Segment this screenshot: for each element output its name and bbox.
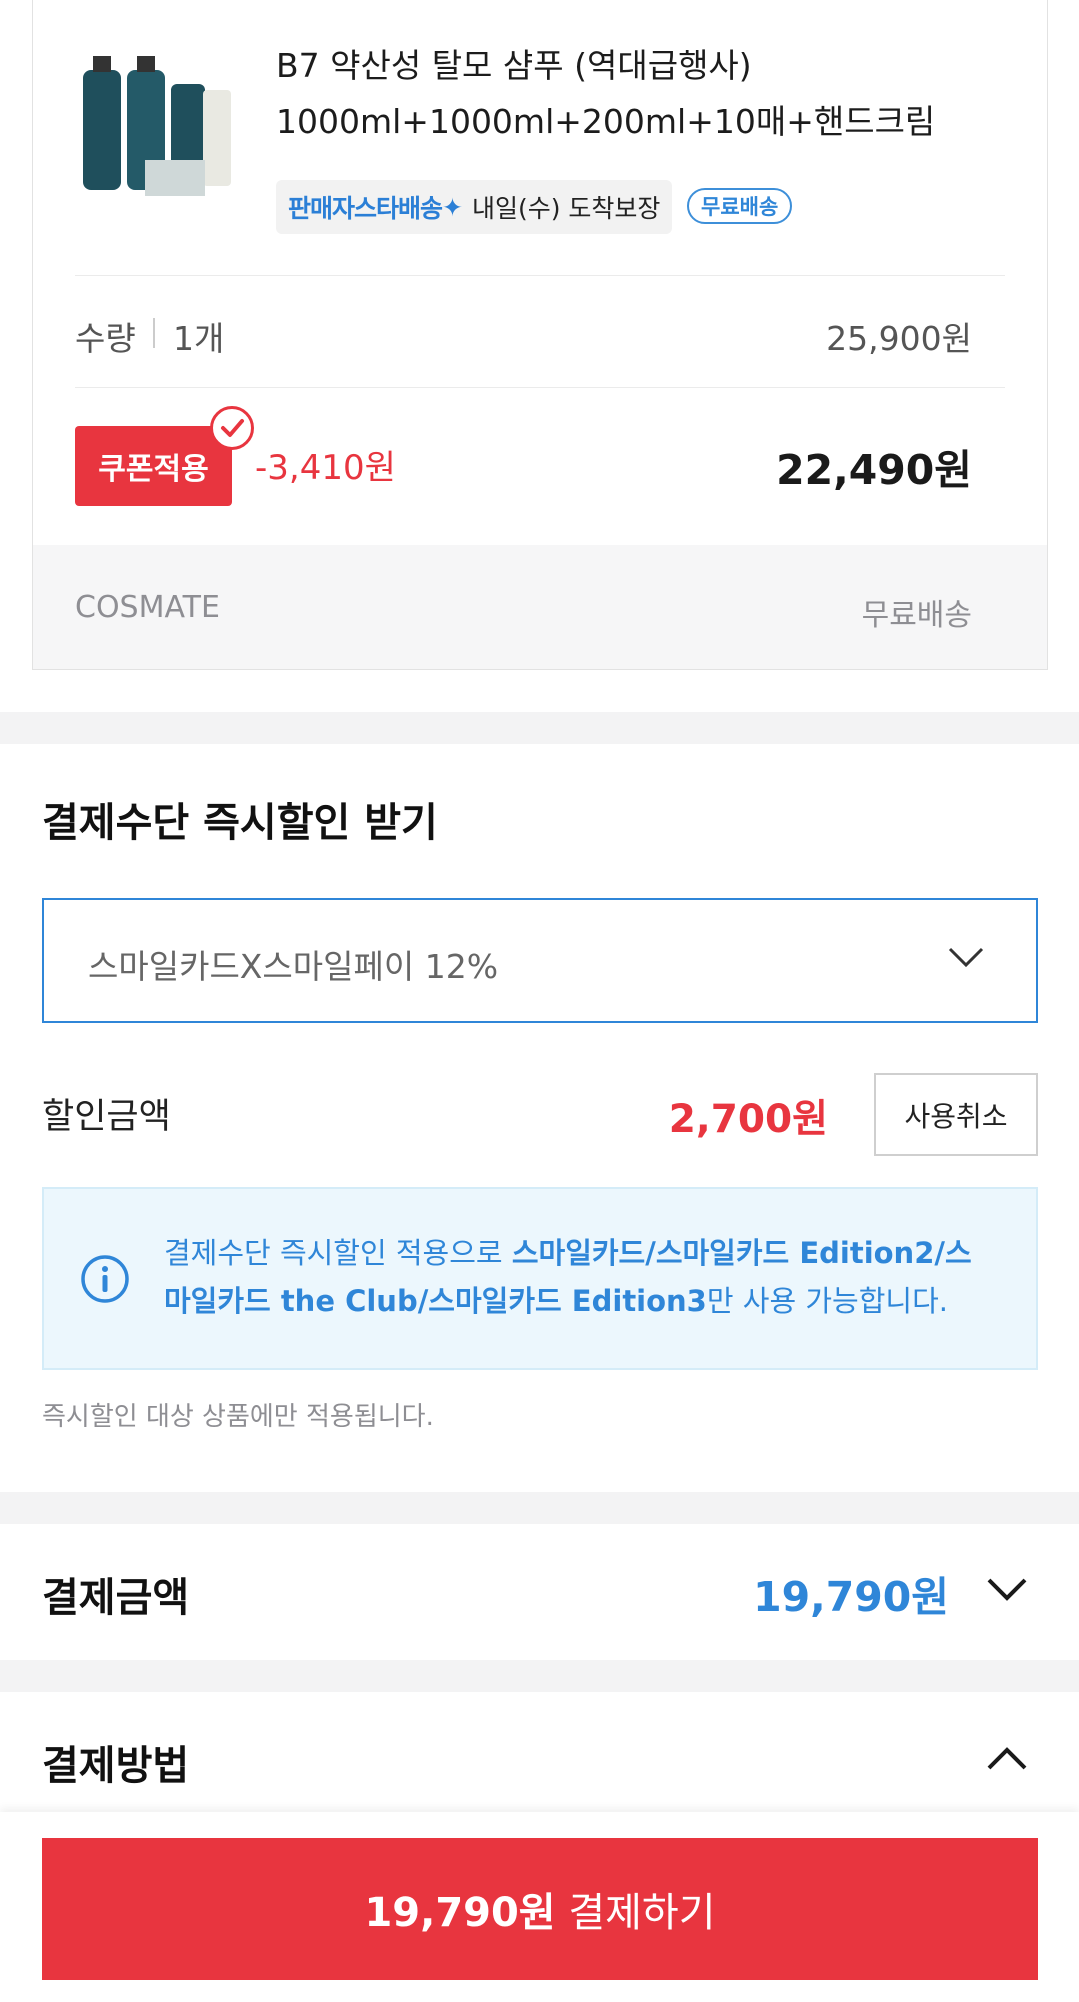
section-gap <box>0 712 1079 744</box>
item-final-price: 22,490원 <box>776 446 972 494</box>
section-gap <box>0 1660 1079 1692</box>
discount-info-text: 결제수단 즉시할인 적용으로 스마일카드/스마일카드 Edition2/스마일카… <box>164 1229 984 1325</box>
info-text-suffix: 만 사용 가능합니다. <box>706 1284 948 1318</box>
discount-info-box: 결제수단 즉시할인 적용으로 스마일카드/스마일카드 Edition2/스마일카… <box>42 1187 1038 1370</box>
payment-total-amount[interactable]: 19,790원 <box>753 1563 949 1623</box>
divider <box>153 318 155 348</box>
discount-amount-label: 할인금액 <box>42 1097 171 1137</box>
star-delivery-brand: 판매자스타배송 <box>288 194 443 223</box>
chevron-down-icon <box>946 944 986 974</box>
quantity-value: 1개 <box>173 319 225 358</box>
product-thumbnail[interactable] <box>75 50 245 200</box>
cancel-discount-button[interactable]: 사용취소 <box>874 1073 1038 1156</box>
quantity-label: 수량 <box>75 319 136 358</box>
section-gap <box>0 1492 1079 1524</box>
discount-amount: 2,700원 <box>668 1097 828 1142</box>
order-item-card: B7 약산성 탈모 샴푸 (역대급행사) 1000ml+1000ml+200ml… <box>32 0 1048 670</box>
product-title[interactable]: B7 약산성 탈모 샴푸 (역대급행사) 1000ml+1000ml+200ml… <box>276 38 1016 150</box>
discount-card-select[interactable]: 스마일카드X스마일페이 12% <box>42 898 1038 1023</box>
sparkle-icon: ✦ <box>442 192 463 222</box>
free-shipping-badge: 무료배송 <box>687 188 793 224</box>
pay-button[interactable]: 19,790원 결제하기 <box>42 1838 1038 1980</box>
delivery-guarantee: 판매자스타배송 ✦ 내일(수) 도착보장 <box>276 180 673 234</box>
info-text-prefix: 결제수단 즉시할인 적용으로 <box>164 1236 512 1270</box>
instant-discount-title: 결제수단 즉시할인 받기 <box>42 800 438 846</box>
shipping-fee: 무료배송 <box>861 598 972 633</box>
pay-button-label: 결제하기 <box>555 1890 716 1936</box>
coupon-discount: -3,410원 <box>255 448 396 488</box>
original-price: 25,900원 <box>826 319 972 358</box>
seller-name[interactable]: COSMATE <box>75 590 220 625</box>
chevron-up-icon[interactable] <box>985 1745 1029 1777</box>
divider <box>75 387 1005 388</box>
check-icon <box>210 406 254 450</box>
divider <box>75 275 1005 276</box>
pay-button-amount: 19,790원 <box>364 1890 556 1936</box>
arrival-date: 내일(수) 도착보장 <box>471 194 661 223</box>
payment-total-label: 결제금액 <box>42 1575 190 1621</box>
discount-note: 즉시할인 대상 상품에만 적용됩니다. <box>42 1402 434 1432</box>
coupon-applied-button[interactable]: 쿠폰적용 <box>75 426 232 506</box>
payment-method-label: 결제방법 <box>42 1743 190 1789</box>
selected-card-offer: 스마일카드X스마일페이 12% <box>88 947 499 986</box>
chevron-down-icon[interactable] <box>985 1575 1029 1607</box>
info-icon <box>80 1254 130 1308</box>
